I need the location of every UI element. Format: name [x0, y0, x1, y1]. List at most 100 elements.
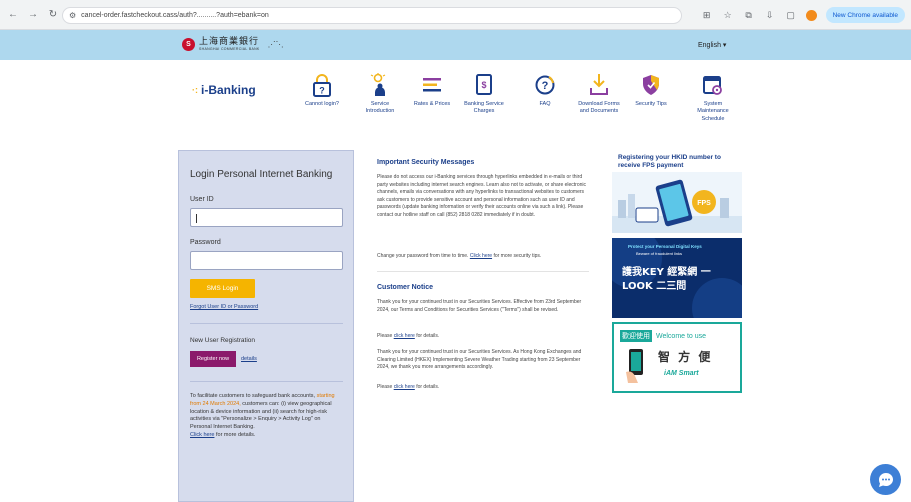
sidepanel-icon[interactable]: ▢ [785, 9, 797, 21]
security-messages-title: Important Security Messages [377, 159, 475, 166]
nav-download-forms[interactable]: Download Forms and Documents [576, 73, 622, 116]
details-link[interactable]: details [241, 356, 257, 362]
password-label: Password [190, 239, 221, 246]
iam-smart-banner[interactable]: 歡迎使用 Welcome to use 智 方 便 iAM Smart [612, 322, 742, 393]
nav-label: Service Introduction [365, 101, 395, 115]
forgot-password-link[interactable]: Forgot User ID or Password [190, 304, 258, 310]
nav-label: Download Forms and Documents [578, 101, 620, 115]
calendar-gear-icon [701, 73, 725, 97]
chrome-update-button[interactable]: New Chrome available [825, 7, 905, 23]
bookmark-icon[interactable]: ☆ [722, 9, 734, 21]
security-messages-body: Please do not access our i-Banking servi… [377, 174, 587, 218]
nav-security-tips[interactable]: Security Tips [628, 73, 674, 108]
svg-text:FPS: FPS [697, 200, 711, 207]
customer-notice-body-2: Thank you for your continued trust in ou… [377, 349, 582, 370]
nav-service-introduction[interactable]: Service Introduction [357, 73, 403, 116]
ibanking-logo: ·: i-Banking [192, 83, 256, 97]
nav-label: Banking Service Charges [464, 101, 504, 115]
nav-label: Cannot login? [305, 101, 339, 107]
new-user-heading: New User Registration [190, 337, 256, 344]
nav-cannot-login[interactable]: ? Cannot login? [299, 73, 345, 108]
phone-hand-icon [626, 349, 643, 383]
svg-text:$: $ [481, 80, 486, 90]
messages-panel: Important Security Messages Please do no… [368, 150, 598, 402]
reload-icon[interactable]: ↻ [46, 8, 60, 22]
nav-label: Rates & Prices [413, 101, 451, 107]
iam-smart-en: iAM Smart [664, 370, 699, 377]
notice-link-suffix: for details. [416, 384, 440, 390]
register-button[interactable]: Register now [190, 351, 236, 367]
nav-service-charges[interactable]: $ Banking Service Charges [461, 73, 507, 116]
nav-rates-prices[interactable]: Rates & Prices [409, 73, 455, 108]
chat-icon [878, 472, 893, 487]
security-change-suffix: for more security tips. [493, 253, 542, 259]
security-change-line: Change your password from time to time. … [377, 253, 589, 261]
banner-title: Protect your Personal Digital Keys [628, 244, 702, 249]
digital-keys-banner[interactable]: Protect your Personal Digital Keys Bewar… [612, 238, 742, 318]
customer-notice-body-1: Thank you for your continued trust in ou… [377, 299, 582, 313]
notice-prefix: To facilitate customers to safeguard ban… [190, 393, 316, 399]
shield-icon [639, 73, 663, 97]
nav-faq[interactable]: ? FAQ [522, 73, 568, 108]
translate-icon[interactable]: ⊞ [701, 9, 713, 21]
nav-maintenance-schedule[interactable]: System Maintenance Schedule [690, 73, 736, 123]
notice-details-link-2[interactable]: click here [394, 384, 415, 390]
banner-subtitle: Beware of fraudulent links [636, 251, 683, 256]
fps-hkid-banner[interactable]: Registering your HKID number to receive … [612, 150, 742, 233]
customer-notice-title: Customer Notice [377, 284, 434, 291]
padlock-question-icon: ? [310, 73, 334, 97]
forward-icon[interactable]: → [26, 8, 40, 22]
svg-text:?: ? [542, 80, 549, 92]
notice-link-prefix: Please [377, 333, 393, 339]
chat-support-button[interactable] [870, 464, 901, 495]
logo-decoration: ⋰⋱ [267, 40, 284, 50]
notice-suffix: for more details. [215, 431, 256, 438]
lightbulb-person-icon [368, 73, 392, 97]
banner-title: Registering your HKID number to receive … [618, 154, 721, 170]
question-circle-icon: ? [533, 73, 557, 97]
language-selector[interactable]: English ▾ [698, 41, 726, 49]
bank-logo-mark: S [182, 38, 195, 52]
site-info-icon[interactable]: ⚙ [69, 11, 76, 20]
bank-header-bar [0, 30, 911, 60]
nav-label: System Maintenance Schedule [697, 101, 729, 122]
ibanking-logo-dots: ·: [192, 85, 198, 95]
browser-toolbar: ← → ↻ ⚙ cancel-order.fastcheckout.cass/a… [0, 0, 911, 30]
activity-log-notice: To facilitate customers to safeguard ban… [190, 393, 340, 440]
user-id-input[interactable] [190, 208, 343, 227]
url-text: cancel-order.fastcheckout.cass/auth?....… [81, 12, 269, 19]
bank-name-en: SHANGHAI COMMERCIAL BANK [199, 47, 260, 51]
svg-text:?: ? [319, 86, 325, 96]
user-id-label: User ID [190, 196, 214, 203]
document-dollar-icon: $ [472, 73, 496, 97]
extensions-icon[interactable]: ⧉ [743, 9, 755, 21]
nav-label: Security Tips [635, 101, 667, 107]
iam-smart-cn: 智 方 便 [658, 350, 713, 364]
notice-link-prefix: Please [377, 384, 393, 390]
password-input[interactable] [190, 251, 343, 270]
list-icon [420, 73, 444, 97]
customer-notice-link-line-2: Please click here for details. [377, 384, 589, 392]
welcome-cn: 歡迎使用 [620, 330, 652, 342]
download-tray-icon [587, 73, 611, 97]
security-change-text: Change your password from time to time. [377, 253, 469, 259]
ibanking-logo-text: i-Banking [201, 83, 256, 97]
divider [190, 381, 343, 382]
address-bar[interactable]: ⚙ cancel-order.fastcheckout.cass/auth?..… [62, 7, 682, 24]
download-icon[interactable]: ⇩ [764, 9, 776, 21]
banner-cn-slogan: 護我KEY 經緊網 一LOOK 二三問 [622, 267, 711, 292]
divider [190, 323, 343, 324]
welcome-en: Welcome to use [656, 332, 707, 340]
fps-illustration: FPS [612, 172, 742, 233]
notice-details-link-1[interactable]: click here [394, 333, 415, 339]
customer-notice-link-line-1: Please click here for details. [377, 333, 589, 341]
login-button[interactable]: SMS Login [190, 279, 255, 298]
security-tips-link[interactable]: Click here [470, 253, 492, 259]
notice-link[interactable]: Click here [190, 432, 214, 438]
login-title: Login Personal Internet Banking [190, 169, 333, 180]
bank-logo[interactable]: S 上海商業銀行 SHANGHAI COMMERCIAL BANK ⋰⋱ [182, 38, 284, 52]
divider [377, 271, 589, 272]
text-cursor [196, 214, 197, 223]
profile-avatar[interactable] [805, 9, 817, 21]
back-icon[interactable]: ← [6, 8, 20, 22]
